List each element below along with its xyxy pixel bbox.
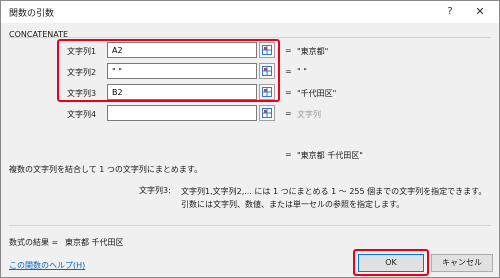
equals-sign: =: [285, 150, 292, 159]
formula-result-label: 数式の結果 =: [9, 238, 59, 247]
group-divider: [9, 37, 491, 38]
formula-result-value: 東京都 千代田区: [65, 238, 124, 247]
close-button[interactable]: ✕: [469, 3, 491, 21]
equals-sign: =: [285, 109, 292, 118]
function-arguments-dialog: 関数の引数 ? ✕ CONCATENATE 文字列1 A2 = "東京都" 文字…: [0, 0, 500, 278]
cancel-button[interactable]: キャンセル: [431, 254, 493, 272]
arg-row-4: 文字列4 = 文字列: [1, 105, 499, 123]
arg-label: 文字列4: [67, 110, 97, 119]
function-help-link[interactable]: この関数のヘルプ(H): [9, 260, 85, 271]
equals-sign: =: [285, 88, 292, 97]
range-select-icon[interactable]: [259, 105, 275, 121]
arg-result: "東京都": [297, 47, 329, 56]
arg-help-label: 文字列3:: [139, 186, 171, 195]
dialog-title: 関数の引数: [9, 9, 55, 19]
function-description: 複数の文字列を結合して 1 つの文字列にまとめます。: [9, 165, 203, 174]
help-button[interactable]: ?: [439, 3, 461, 21]
arg-input-4[interactable]: [107, 105, 257, 121]
highlight-box-args: [57, 39, 280, 102]
arg-result: " ": [297, 67, 307, 76]
title-bar: 関数の引数 ? ✕: [1, 1, 499, 23]
arg-result: 文字列: [297, 110, 321, 119]
ok-button[interactable]: OK: [358, 254, 424, 272]
arg-help-text: 文字列1,文字列2,... には 1 つにまとめる 1 ～ 255 個までの文字…: [181, 187, 487, 209]
arg-result: "千代田区": [297, 89, 337, 98]
equals-sign: =: [285, 46, 292, 55]
equals-sign: =: [285, 67, 292, 76]
bottom-divider: [9, 225, 491, 226]
overall-result: "東京都 千代田区": [297, 151, 363, 160]
